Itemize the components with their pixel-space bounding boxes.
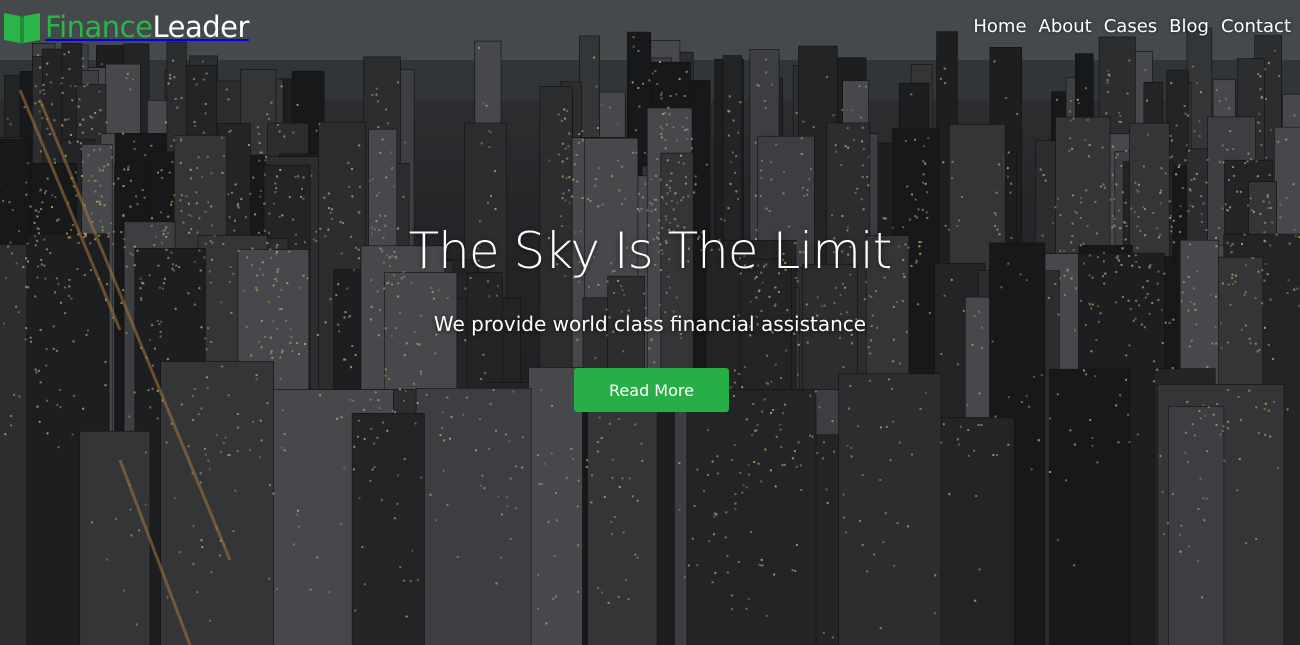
brand-name: FinanceLeader: [45, 9, 249, 45]
nav-item-about[interactable]: About: [1039, 14, 1092, 40]
read-more-button[interactable]: Read More: [574, 368, 729, 412]
brand-name-part2: Leader: [152, 10, 249, 44]
nav-item-blog[interactable]: Blog: [1169, 14, 1209, 40]
brand-name-part1: Finance: [45, 10, 153, 44]
nav-item-cases[interactable]: Cases: [1104, 14, 1157, 40]
hero-title: The Sky Is The Limit: [408, 222, 893, 280]
nav-item-contact[interactable]: Contact: [1221, 14, 1291, 40]
nav-item-home[interactable]: Home: [973, 14, 1026, 40]
brand-logo[interactable]: FinanceLeader: [2, 8, 249, 46]
book-icon: [4, 13, 40, 44]
hero-subtitle: We provide world class financial assista…: [433, 312, 867, 336]
main-nav: Home About Cases Blog Contact: [961, 14, 1291, 40]
